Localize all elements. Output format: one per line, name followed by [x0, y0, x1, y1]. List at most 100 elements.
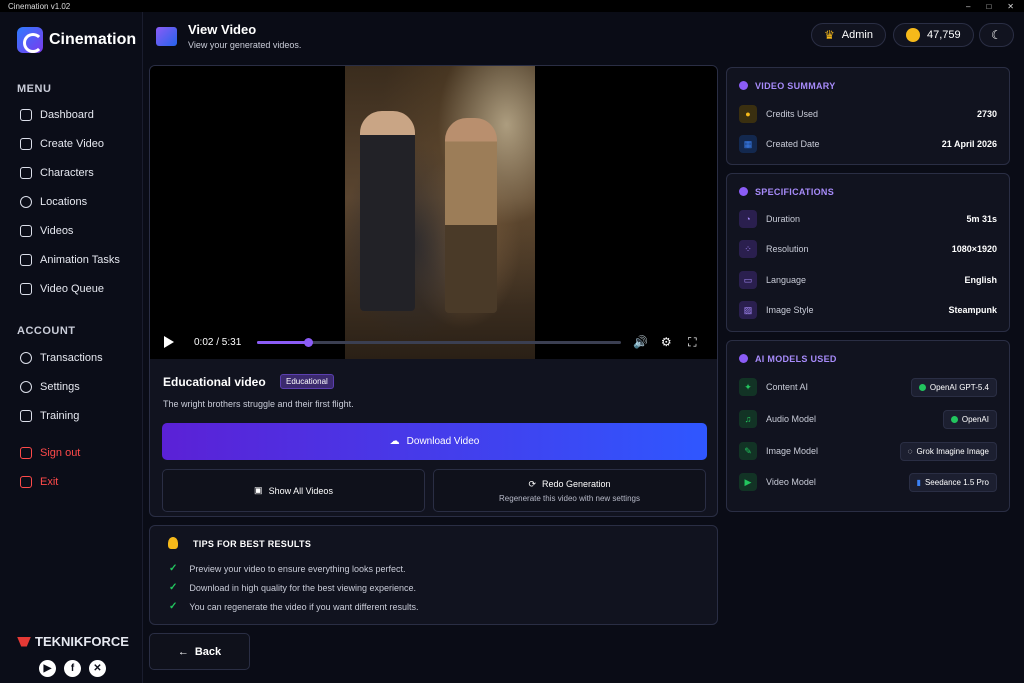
sidebar-item-settings[interactable]: Settings [20, 381, 80, 393]
credits-badge[interactable]: 47,759 [893, 23, 974, 47]
model-chip: OpenAI GPT-5.4 [910, 377, 997, 397]
sidebar-item-characters[interactable]: Characters [20, 167, 94, 179]
sidebar-item-label: Animation Tasks [40, 254, 120, 266]
sidebar-item-transactions[interactable]: Transactions [20, 352, 103, 364]
exit-button[interactable]: Exit [20, 476, 58, 488]
sidebar-item-videos[interactable]: Videos [20, 225, 73, 237]
gear-icon [20, 381, 32, 393]
people-icon [20, 352, 32, 364]
sidebar-item-label: Create Video [40, 138, 105, 150]
play-icon[interactable] [164, 336, 174, 348]
gauge-icon [20, 109, 32, 121]
tip-text: Download in high quality for the best vi… [189, 582, 417, 593]
queue-icon [20, 283, 32, 295]
sidebar-item-video-queue[interactable]: Video Queue [20, 283, 104, 295]
video-description: The wright brothers struggle and their f… [163, 399, 354, 409]
sidebar-item-locations[interactable]: Locations [20, 196, 87, 208]
close-button[interactable]: ✕ [1007, 2, 1014, 11]
tips-title: TIPS FOR BEST RESULTS [193, 539, 312, 549]
volume-icon[interactable]: 🔊 [633, 335, 648, 349]
specifications-panel: SPECIFICATIONS ◔ Duration 5m 31s ⁘ Resoluti… [726, 173, 1010, 332]
panel-title: AI MODELS USED [755, 354, 837, 364]
grok-icon: ◌ [907, 446, 913, 456]
video-icon: ▶ [739, 473, 757, 491]
model-chip: ◌ Grok Imagine Image [899, 441, 997, 461]
window-title: Cinemation v1.02 [8, 1, 71, 11]
logout-icon [20, 447, 32, 459]
redo-generation-button[interactable]: ⟳ Redo Generation Regenerate this video w… [433, 469, 706, 512]
sidebar-item-label: Training [40, 410, 80, 422]
video-summary-panel: VIDEO SUMMARY ● Credits Used 2730 ▦ Created… [726, 67, 1010, 165]
sign-out-label: Sign out [40, 447, 81, 459]
coin-icon [906, 28, 920, 42]
brand-name: TEKNIKFORCE [35, 634, 129, 649]
summary-row: ▦ Created Date 21 April 2026 [739, 134, 997, 154]
sidebar-item-training[interactable]: Training [20, 410, 79, 422]
exit-icon [20, 476, 32, 488]
character-figure [360, 111, 415, 311]
sign-out-button[interactable]: Sign out [20, 447, 80, 459]
teknikforce-logo: TEKNIKFORCE [17, 634, 129, 649]
social-links: ▶ f ✕ [39, 660, 106, 677]
arrow-left-icon: ← [177, 645, 189, 658]
seek-bar[interactable] [257, 337, 622, 347]
openai-icon [918, 383, 926, 391]
theme-toggle[interactable]: ☾ [979, 23, 1014, 47]
row-label: Video Model [766, 477, 816, 487]
show-all-videos-button[interactable]: ▣ Show All Videos [162, 469, 425, 512]
gear-icon[interactable]: ⚙ [659, 335, 673, 349]
seek-thumb[interactable] [304, 337, 314, 347]
row-value: English [964, 275, 997, 285]
model-row: ✦ Content AI OpenAI GPT-5.4 [739, 377, 997, 397]
fullscreen-icon[interactable]: ⛶ [685, 335, 699, 350]
clock-icon: ◔ [739, 210, 757, 228]
specs-icon [739, 187, 748, 196]
facebook-icon[interactable]: f [64, 660, 81, 677]
window-titlebar: Cinemation v1.02 – □ ✕ [0, 0, 1024, 12]
tips-card: TIPS FOR BEST RESULTS ✓ Preview your vide… [149, 525, 718, 625]
spec-row: ▭ Language English [739, 270, 997, 290]
show-all-label: Show All Videos [268, 485, 333, 496]
sidebar-item-dashboard[interactable]: Dashboard [20, 109, 94, 121]
logo-icon [17, 27, 43, 53]
account-section-label: ACCOUNT [17, 325, 76, 337]
sidebar-item-label: Settings [40, 381, 80, 393]
video-player[interactable]: 0:02 / 5:31 🔊 ⚙ ⛶ [150, 66, 717, 359]
tip-text: Preview your video to ensure everything … [189, 563, 406, 574]
crown-icon: ♛ [824, 28, 835, 42]
info-icon [739, 81, 748, 90]
download-label: Download Video [406, 436, 480, 447]
maximize-button[interactable]: □ [986, 2, 991, 11]
minimize-button[interactable]: – [966, 2, 970, 11]
moon-icon: ☾ [991, 28, 1002, 42]
user-name: Admin [841, 29, 873, 41]
page-header: View Video View your generated videos. ♛… [144, 12, 1024, 62]
youtube-icon[interactable]: ▶ [39, 660, 56, 677]
brand-icon [17, 636, 31, 647]
grid-icon: ⁘ [739, 240, 757, 258]
sidebar-item-animation-tasks[interactable]: Animation Tasks [20, 254, 120, 266]
check-icon: ✓ [169, 601, 178, 612]
sidebar: Cinemation MENU Dashboard Create Video C… [0, 12, 143, 683]
check-icon: ✓ [169, 582, 178, 593]
sidebar-item-label: Characters [40, 167, 94, 179]
calendar-icon: ▦ [739, 135, 757, 153]
sidebar-item-label: Transactions [40, 352, 103, 364]
app-logo[interactable]: Cinemation [17, 27, 136, 53]
user-badge[interactable]: ♛ Admin [811, 23, 886, 47]
row-label: Image Model [766, 446, 819, 456]
download-video-button[interactable]: ☁ Download Video [162, 423, 707, 460]
credits-value: 47,759 [927, 29, 961, 41]
back-button[interactable]: ← Back [149, 633, 250, 670]
row-label: Audio Model [766, 414, 817, 424]
x-icon[interactable]: ✕ [89, 660, 106, 677]
cloud-download-icon: ☁ [389, 436, 400, 447]
clapperboard-icon [156, 27, 177, 46]
lightbulb-icon [168, 537, 178, 549]
sidebar-item-create-video[interactable]: Create Video [20, 138, 104, 150]
gallery-icon: ▣ [254, 485, 263, 495]
row-label: Language [766, 275, 807, 285]
edit-icon [20, 138, 32, 150]
time-display: 0:02 / 5:31 [194, 336, 242, 348]
exit-label: Exit [40, 476, 59, 488]
